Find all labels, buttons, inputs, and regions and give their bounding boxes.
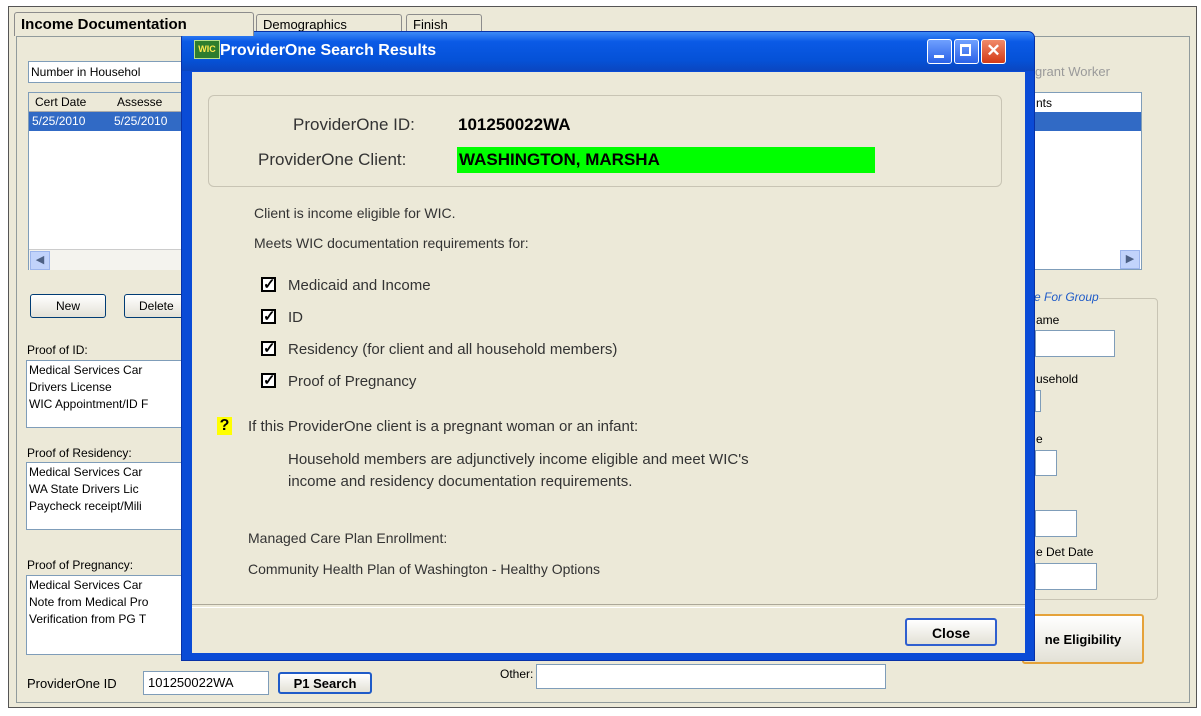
other-field[interactable] xyxy=(536,664,886,689)
proof-id-list[interactable]: Medical Services Car Drivers License WIC… xyxy=(26,360,191,428)
other-label: Other: xyxy=(500,667,534,681)
tab-finish-label: Finish xyxy=(413,17,448,32)
list-item[interactable]: WA State Drivers Lic xyxy=(29,481,188,498)
household-label: Number in Househol xyxy=(31,65,141,79)
help-icon-text: ? xyxy=(219,417,230,434)
household-text-1: Household members are adjunctively incom… xyxy=(288,451,749,468)
eligible-text: Client is income eligible for WIC. xyxy=(254,205,456,221)
pregnancy-checkbox[interactable]: ✓ xyxy=(261,373,276,388)
providerone-dialog: WIC ProviderOne Search Results ✕ Provide… xyxy=(181,31,1035,661)
list-item[interactable]: Paycheck receipt/Mili xyxy=(29,498,188,515)
list-item[interactable]: Drivers License xyxy=(29,379,188,396)
dialog-titlebar[interactable]: WIC ProviderOne Search Results ✕ xyxy=(182,32,1034,71)
date-field[interactable] xyxy=(1035,510,1077,537)
tab-income-documentation-label: Income Documentation xyxy=(21,16,187,33)
determine-eligibility-button[interactable]: ne Eligibility xyxy=(1022,614,1144,664)
group-label: e For Group xyxy=(1034,290,1099,304)
id-checkbox[interactable]: ✓ xyxy=(261,309,276,324)
det-date-label: e Det Date xyxy=(1036,545,1094,559)
close-button[interactable]: Close xyxy=(905,618,997,646)
name-field[interactable] xyxy=(1035,330,1115,357)
det-date-field[interactable] xyxy=(1035,563,1097,590)
providerone-id-label: ProviderOne ID: xyxy=(293,115,415,134)
household-label-right: usehold xyxy=(1036,372,1079,386)
dialog-body: ProviderOne ID: 101250022WA ProviderOne … xyxy=(192,72,1025,653)
table-row[interactable]: 5/25/2010 5/25/2010 xyxy=(29,112,187,131)
scroll-right-icon[interactable]: ▶ xyxy=(1120,250,1140,269)
horizontal-scrollbar[interactable]: ◀ xyxy=(29,249,187,270)
client-name: WASHINGTON, MARSHA xyxy=(459,150,660,169)
help-icon: ? xyxy=(217,417,232,435)
scroll-left-icon[interactable]: ◀ xyxy=(30,251,50,270)
delete-button-label: Delete xyxy=(139,299,174,313)
migrant-worker-label: grant Worker xyxy=(1035,64,1110,79)
new-button[interactable]: New xyxy=(30,294,106,318)
close-button-label: Close xyxy=(931,625,971,641)
assessed-cell: 5/25/2010 xyxy=(114,114,168,128)
providerone-client-label: ProviderOne Client: xyxy=(258,150,407,169)
proof-residency-label: Proof of Residency: xyxy=(27,446,132,460)
dialog-divider xyxy=(192,604,1025,608)
providerone-id-value: 101250022WA xyxy=(458,115,571,134)
list-item[interactable]: Medical Services Car xyxy=(29,362,188,379)
list-item[interactable]: Medical Services Car xyxy=(29,577,188,594)
list-item[interactable]: Medical Services Car xyxy=(29,464,188,481)
pregnant-text: If this ProviderOne client is a pregnant… xyxy=(248,418,639,435)
name-label: ame xyxy=(1036,313,1060,327)
p1-search-label: P1 Search xyxy=(293,676,357,691)
providerone-id-label: ProviderOne ID xyxy=(27,676,117,691)
residency-checkbox[interactable]: ✓ xyxy=(261,341,276,356)
assessed-header[interactable]: Assesse xyxy=(117,95,162,109)
wic-icon: WIC xyxy=(194,40,220,59)
cert-table-header: Cert Date Assesse xyxy=(29,93,187,112)
tab-income-documentation[interactable]: Income Documentation xyxy=(14,12,254,36)
list-item[interactable]: Verification from PG T xyxy=(29,611,188,628)
residency-label: Residency (for client and all household … xyxy=(288,341,618,358)
household-select[interactable] xyxy=(1035,390,1041,412)
household-field[interactable]: Number in Househol xyxy=(28,61,188,83)
proof-pregnancy-list[interactable]: Medical Services Car Note from Medical P… xyxy=(26,575,191,655)
proof-residency-list[interactable]: Medical Services Car WA State Drivers Li… xyxy=(26,462,191,530)
wic-icon-text: WIC xyxy=(198,44,216,54)
providerone-id-field[interactable]: 101250022WA xyxy=(143,671,269,695)
medicaid-label: Medicaid and Income xyxy=(288,277,431,294)
medicaid-checkbox[interactable]: ✓ xyxy=(261,277,276,292)
managed-care-label: Managed Care Plan Enrollment: xyxy=(248,530,448,546)
right-table-header: nts xyxy=(1036,96,1053,110)
e-field[interactable] xyxy=(1035,450,1057,476)
e-label: e xyxy=(1036,432,1043,446)
managed-care-value: Community Health Plan of Washington - He… xyxy=(248,561,600,577)
id-group xyxy=(208,95,1002,187)
right-table-row[interactable] xyxy=(1031,112,1141,131)
providerone-client-value: WASHINGTON, MARSHA xyxy=(457,147,875,173)
list-item[interactable]: WIC Appointment/ID F xyxy=(29,396,188,413)
id-label: ID xyxy=(288,309,303,326)
cert-date-header[interactable]: Cert Date xyxy=(35,95,86,109)
pregnancy-label: Proof of Pregnancy xyxy=(288,373,417,390)
providerone-id-value: 101250022WA xyxy=(148,675,234,690)
maximize-icon[interactable] xyxy=(954,39,979,64)
list-item[interactable]: Note from Medical Pro xyxy=(29,594,188,611)
cert-date-cell: 5/25/2010 xyxy=(32,114,86,128)
meets-text: Meets WIC documentation requirements for… xyxy=(254,235,529,251)
new-button-label: New xyxy=(55,299,80,313)
p1-search-button[interactable]: P1 Search xyxy=(278,672,372,694)
household-text-2: income and residency documentation requi… xyxy=(288,473,633,490)
close-icon[interactable]: ✕ xyxy=(981,39,1006,64)
dialog-title: ProviderOne Search Results xyxy=(220,42,437,59)
proof-id-label: Proof of ID: xyxy=(27,343,88,357)
tab-demographics-label: Demographics xyxy=(263,17,347,32)
eligibility-button-label: ne Eligibility xyxy=(1044,632,1122,647)
minimize-icon[interactable] xyxy=(927,39,952,64)
proof-pregnancy-label: Proof of Pregnancy: xyxy=(27,558,134,572)
